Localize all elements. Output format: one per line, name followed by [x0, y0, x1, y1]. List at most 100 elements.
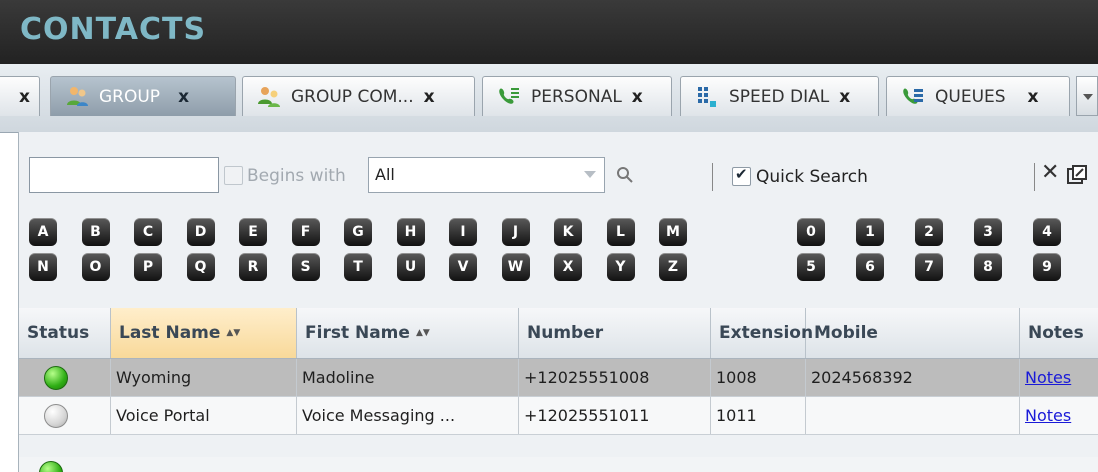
tab-label: GROUP — [99, 86, 161, 107]
notes-link[interactable]: Notes — [1025, 368, 1071, 387]
digit-0-button[interactable]: 0 — [797, 218, 825, 246]
title-bar: CONTACTS — [0, 0, 1098, 64]
column-extension[interactable]: Extension — [711, 308, 813, 358]
column-label: Status — [27, 323, 90, 343]
extension-cell[interactable]: 1011 — [711, 397, 806, 434]
letter-p-button[interactable]: P — [134, 253, 162, 281]
window-title: CONTACTS — [20, 12, 207, 47]
sort-icon: ▲▼ — [226, 328, 241, 338]
column-number[interactable]: Number — [519, 308, 711, 358]
letter-a-button[interactable]: A — [29, 218, 57, 246]
letter-y-button[interactable]: Y — [606, 253, 635, 281]
first-name-cell: Voice Messaging ... — [297, 397, 519, 434]
letter-d-button[interactable]: D — [186, 218, 215, 246]
close-icon[interactable]: x — [1028, 87, 1039, 107]
quick-search-label: Quick Search — [756, 167, 868, 187]
digit-8-button[interactable]: 8 — [974, 253, 1002, 281]
last-name-cell: Wyoming — [111, 359, 297, 396]
letter-s-button[interactable]: S — [291, 253, 320, 281]
number-cell[interactable]: +12025551008 — [519, 359, 711, 396]
search-input[interactable] — [29, 157, 219, 193]
letter-w-button[interactable]: W — [501, 253, 530, 281]
close-icon[interactable]: x — [839, 87, 850, 107]
tab-group[interactable]: GROUP x — [50, 76, 236, 116]
letter-q-button[interactable]: Q — [186, 253, 215, 281]
letter-i-button[interactable]: I — [449, 218, 477, 246]
tab-label: QUEUES — [935, 86, 1006, 107]
column-notes[interactable]: Notes — [1020, 308, 1098, 358]
digit-2-button[interactable]: 2 — [915, 218, 943, 246]
close-icon[interactable]: x — [19, 87, 30, 107]
tab-label: PERSONAL — [531, 86, 622, 107]
letter-k-button[interactable]: K — [554, 218, 582, 246]
table-row[interactable]: Wyoming Madoline +12025551008 1008 20245… — [19, 359, 1098, 397]
letter-o-button[interactable]: O — [81, 253, 110, 281]
status-cell — [19, 359, 111, 396]
letter-z-button[interactable]: Z — [659, 253, 687, 281]
quick-search-checkbox[interactable] — [732, 165, 751, 186]
tab-overflow-dropdown[interactable] — [1076, 76, 1098, 116]
group-users-icon — [65, 85, 89, 109]
column-label: Number — [527, 323, 604, 343]
letter-h-button[interactable]: H — [396, 218, 425, 246]
letter-v-button[interactable]: V — [449, 253, 477, 281]
notes-cell: Notes — [1020, 397, 1098, 434]
column-last-name[interactable]: Last Name ▲▼ — [111, 308, 297, 358]
sort-icon: ▲▼ — [415, 328, 430, 338]
mobile-cell[interactable] — [806, 397, 1020, 434]
popout-icon[interactable] — [1066, 164, 1088, 186]
letter-u-button[interactable]: U — [396, 253, 425, 281]
column-first-name[interactable]: First Name ▲▼ — [297, 308, 519, 358]
letter-b-button[interactable]: B — [81, 218, 110, 246]
first-name-cell: Madoline — [297, 359, 519, 396]
notes-link[interactable]: Notes — [1025, 406, 1071, 425]
digit-5-button[interactable]: 5 — [797, 253, 825, 281]
letter-g-button[interactable]: G — [344, 218, 372, 246]
letter-n-button[interactable]: N — [29, 253, 57, 281]
column-status[interactable]: Status — [19, 308, 111, 358]
letter-j-button[interactable]: J — [501, 218, 530, 246]
tab-label: GROUP COM... — [291, 86, 414, 107]
letter-e-button[interactable]: E — [239, 218, 267, 246]
number-cell[interactable]: +12025551011 — [519, 397, 711, 434]
table-row[interactable]: Voice Portal Voice Messaging ... +120255… — [19, 397, 1098, 435]
filter-select[interactable]: All — [368, 157, 605, 193]
table-row-partial[interactable] — [19, 457, 1098, 472]
tab-previous[interactable]: x — [0, 76, 40, 116]
letter-c-button[interactable]: C — [134, 218, 162, 246]
divider — [712, 163, 713, 191]
letter-f-button[interactable]: F — [291, 218, 320, 246]
letter-l-button[interactable]: L — [606, 218, 635, 246]
search-icon[interactable] — [615, 165, 635, 185]
extension-cell[interactable]: 1008 — [711, 359, 806, 396]
digit-4-button[interactable]: 4 — [1033, 218, 1061, 246]
close-icon[interactable]: x — [424, 87, 435, 107]
tab-speed-dial[interactable]: SPEED DIAL x — [680, 76, 879, 116]
letter-m-button[interactable]: M — [659, 218, 687, 246]
status-cell — [19, 397, 111, 434]
tab-strip: x GROUP x GROUP COM... x PERSONAL x SPEE… — [0, 64, 1098, 133]
digit-6-button[interactable]: 6 — [856, 253, 884, 281]
letter-x-button[interactable]: X — [554, 253, 582, 281]
digit-3-button[interactable]: 3 — [974, 218, 1002, 246]
clear-search-button[interactable]: ✕ — [1041, 160, 1059, 185]
digit-1-button[interactable]: 1 — [856, 218, 884, 246]
column-label: Notes — [1028, 323, 1084, 343]
letter-t-button[interactable]: T — [344, 253, 372, 281]
close-icon[interactable]: x — [632, 87, 643, 107]
digit-9-button[interactable]: 9 — [1033, 253, 1061, 281]
column-mobile[interactable]: Mobile — [806, 308, 1020, 358]
begins-with-label: Begins with — [247, 166, 346, 186]
divider — [1034, 163, 1035, 191]
tab-label: SPEED DIAL — [729, 86, 830, 107]
digit-7-button[interactable]: 7 — [915, 253, 943, 281]
mobile-cell[interactable]: 2024568392 — [806, 359, 1020, 396]
letter-r-button[interactable]: R — [239, 253, 267, 281]
begins-with-checkbox[interactable] — [224, 166, 243, 185]
tab-group-common[interactable]: GROUP COM... x — [242, 76, 475, 116]
tab-queues[interactable]: QUEUES x — [886, 76, 1070, 116]
tab-personal[interactable]: PERSONAL x — [482, 76, 672, 116]
close-icon[interactable]: x — [178, 87, 189, 107]
speed-dial-icon — [695, 85, 719, 109]
chevron-down-icon[interactable] — [584, 171, 596, 178]
